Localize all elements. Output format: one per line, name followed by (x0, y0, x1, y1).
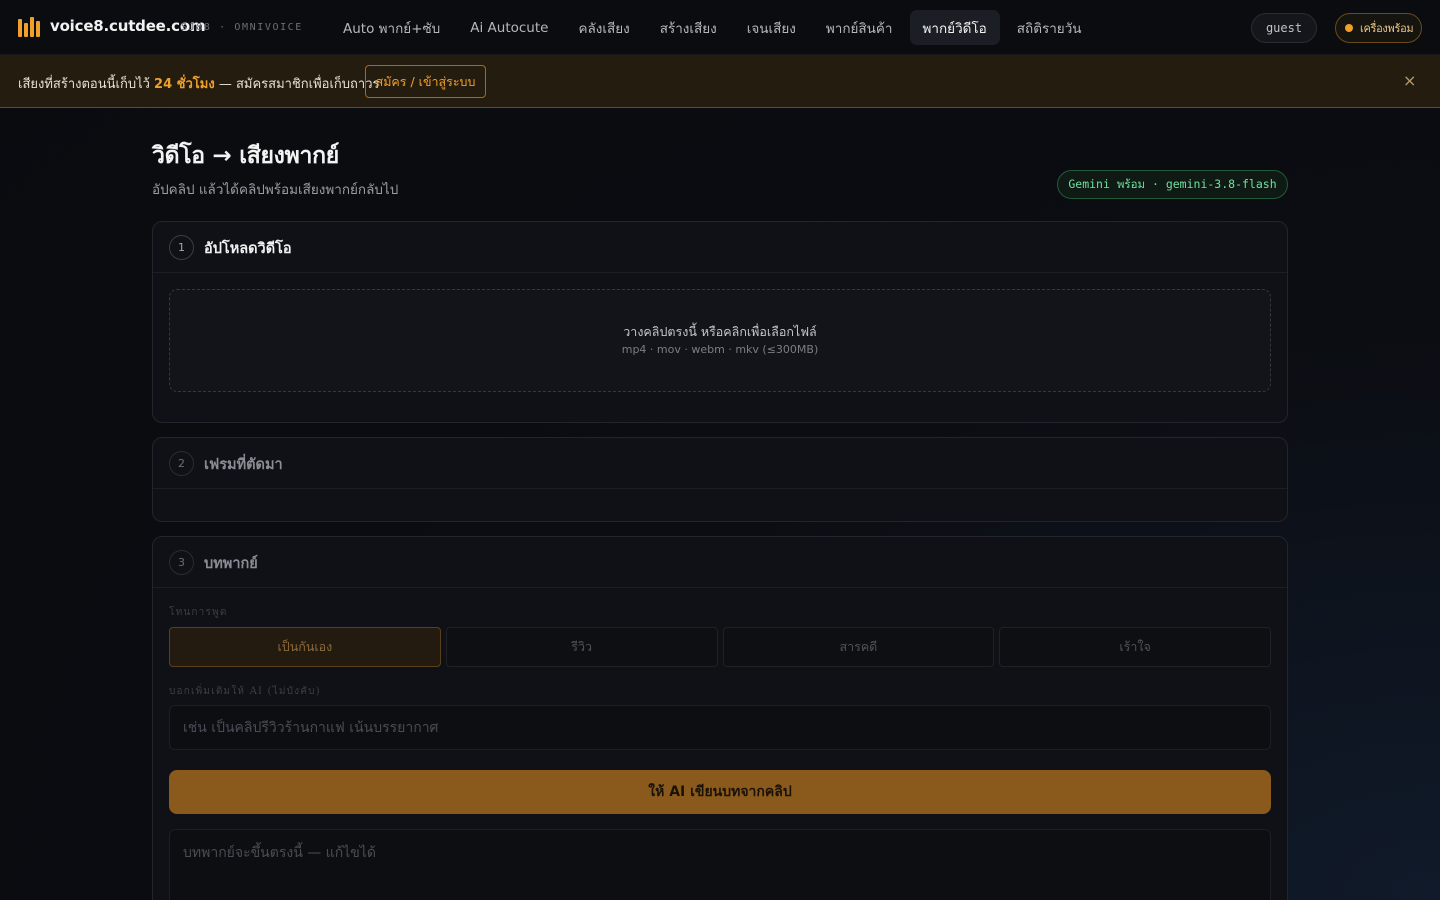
banner-highlight: 24 ชั่วโมง (154, 77, 215, 92)
nav-generate-voice[interactable]: เจนเสียง (734, 10, 809, 45)
step-upload-header: 1 อัปโหลดวิดีโอ (153, 222, 1287, 273)
top-bar: voice8.cutdee.com SJ88 · OMNIVOICE Auto … (0, 0, 1440, 55)
step-script-header: 3 บทพากย์ (153, 537, 1287, 588)
step-title: อัปโหลดวิดีโอ (204, 241, 292, 257)
ai-hint-label: บอกเพิ่มเติมให้ AI (ไม่บังคับ) (169, 686, 321, 697)
close-icon[interactable]: × (1403, 71, 1416, 90)
step-number: 3 (169, 550, 194, 575)
tone-option-exciting[interactable]: เร้าใจ (999, 627, 1271, 667)
brand-subtitle: SJ88 · OMNIVOICE (181, 22, 303, 33)
main-nav: Auto พากย์+ซับ Ai Autocute คลังเสียง สร้… (330, 10, 1095, 45)
tone-label: โทนการพูด (169, 607, 228, 618)
step-upload-card: 1 อัปโหลดวิดีโอ วางคลิปตรงนี้ หรือคลิกเพ… (152, 221, 1288, 423)
logo-bars-icon[interactable] (18, 17, 40, 37)
dropzone-formats: mp4 · mov · webm · mkv (≤300MB) (621, 343, 819, 356)
step-title: บทพากย์ (204, 556, 258, 572)
page-title: วิดีโอ → เสียงพากย์ (152, 143, 339, 169)
status-dot-icon (1345, 24, 1353, 32)
model-status-badge: Gemini พร้อม · gemini-3.8-flash (1057, 170, 1288, 199)
tone-selector: เป็นกันเอง รีวิว สารคดี เร้าใจ (169, 627, 1271, 667)
user-badge[interactable]: guest (1251, 13, 1317, 43)
nav-create-voice[interactable]: สร้างเสียง (647, 10, 730, 45)
dropzone-instruction: วางคลิปตรงนี้ หรือคลิกเพื่อเลือกไฟล์ (623, 324, 817, 339)
page-subtitle: อัปคลิป แล้วได้คลิปพร้อมเสียงพากย์กลับไป (152, 182, 399, 198)
nav-ai-autocute[interactable]: Ai Autocute (457, 10, 561, 45)
step-script-card: 3 บทพากย์ โทนการพูด เป็นกันเอง รีวิว สาร… (152, 536, 1288, 900)
video-dropzone[interactable]: วางคลิปตรงนี้ หรือคลิกเพื่อเลือกไฟล์ mp4… (169, 289, 1271, 392)
tone-option-documentary[interactable]: สารคดี (722, 627, 995, 667)
tone-option-casual[interactable]: เป็นกันเอง (169, 627, 441, 667)
script-textarea[interactable]: บทพากย์จะขึ้นตรงนี้ — แก้ไขได้ (169, 829, 1271, 900)
nav-video-dub[interactable]: พากย์วิดีโอ (909, 10, 1000, 45)
step-number: 1 (169, 235, 194, 260)
banner-text-before: เสียงที่สร้างตอนนี้เก็บไว้ (18, 77, 155, 92)
nav-product-dub[interactable]: พากย์สินค้า (813, 10, 906, 45)
step-number: 2 (169, 451, 194, 476)
nav-voice-library[interactable]: คลังเสียง (565, 10, 642, 45)
banner-text-after: — สมัครสมาชิกเพื่อเก็บถาวร (214, 77, 380, 92)
ai-hint-input[interactable]: เช่น เป็นคลิปรีวิวร้านกาแฟ เน้นบรรยากาศ (169, 705, 1271, 750)
machine-status-badge: เครื่องพร้อม (1335, 13, 1422, 43)
banner-message: เสียงที่สร้างตอนนี้เก็บไว้ 24 ชั่วโมง — … (18, 73, 379, 94)
signup-login-button[interactable]: สมัคร / เข้าสู่ระบบ (365, 65, 486, 98)
nav-daily-stats[interactable]: สถิติรายวัน (1004, 10, 1095, 45)
retention-banner: เสียงที่สร้างตอนนี้เก็บไว้ 24 ชั่วโมง — … (0, 55, 1440, 108)
step-frames-header: 2 เฟรมที่ตัดมา (153, 438, 1287, 489)
machine-status-text: เครื่องพร้อม (1360, 22, 1414, 35)
nav-auto-dub-sub[interactable]: Auto พากย์+ซับ (330, 10, 453, 45)
ai-write-script-button[interactable]: ให้ AI เขียนบทจากคลิป (169, 770, 1271, 814)
step-title: เฟรมที่ตัดมา (204, 457, 283, 473)
step-frames-card: 2 เฟรมที่ตัดมา (152, 437, 1288, 522)
tone-option-review[interactable]: รีวิว (445, 627, 718, 667)
